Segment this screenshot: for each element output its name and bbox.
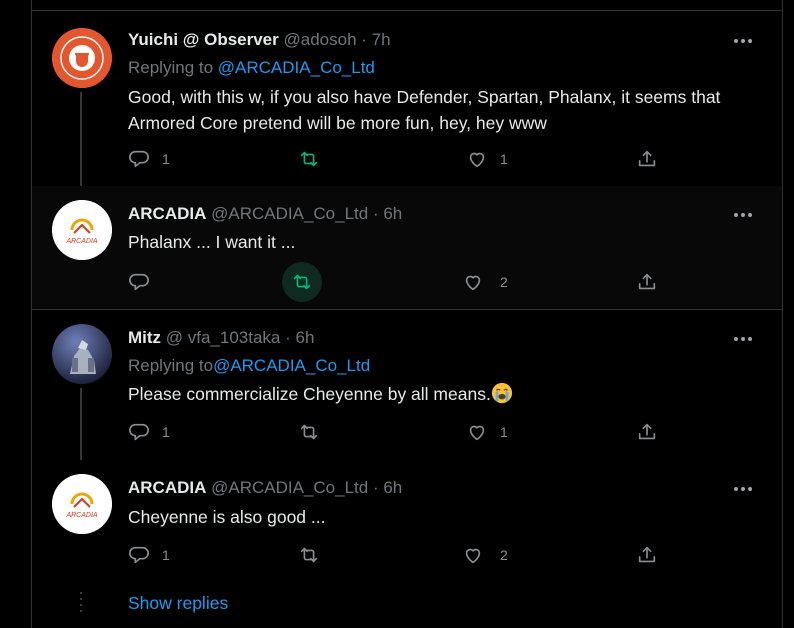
retweet-button[interactable] bbox=[298, 540, 320, 570]
retweet-icon bbox=[300, 547, 318, 563]
like-icon bbox=[469, 152, 485, 168]
more-icon[interactable] bbox=[734, 484, 758, 494]
arcadia-logo: ARCADIA bbox=[52, 200, 112, 260]
tweet-text: Cheyenne is also good ... bbox=[128, 507, 326, 527]
tweet-text: Please commercialize Cheyenne by all mea… bbox=[128, 384, 491, 404]
retweet-button[interactable] bbox=[282, 262, 322, 302]
retweet-icon bbox=[300, 151, 318, 167]
user-handle[interactable]: @ vfa_103taka bbox=[166, 328, 281, 347]
like-button[interactable]: 2 bbox=[462, 267, 508, 297]
retweet-button[interactable] bbox=[298, 417, 320, 447]
arcadia-logo: ARCADIA bbox=[52, 474, 112, 534]
display-name[interactable]: Mitz bbox=[128, 328, 161, 347]
share-icon bbox=[638, 150, 656, 167]
arcadia-logo-text: ARCADIA bbox=[65, 238, 97, 245]
avatar[interactable] bbox=[52, 324, 112, 384]
reply-count: 1 bbox=[162, 151, 170, 167]
timestamp[interactable]: · 7h bbox=[361, 30, 390, 49]
share-icon bbox=[638, 273, 656, 290]
share-icon bbox=[638, 423, 656, 440]
reply-button[interactable]: 1 bbox=[128, 144, 170, 174]
like-count: 2 bbox=[500, 547, 508, 563]
replying-to: Replying to @ARCADIA_Co_Ltd bbox=[128, 58, 375, 78]
like-button[interactable]: 2 bbox=[462, 540, 508, 570]
retweet-icon bbox=[293, 274, 311, 290]
avatar[interactable]: ARCADIA bbox=[52, 474, 112, 534]
share-button[interactable] bbox=[636, 417, 658, 447]
tweet-mitz[interactable]: Mitz @ vfa_103taka · 6h Replying to@ARCA… bbox=[32, 310, 782, 460]
tweet-body: Please commercialize Cheyenne by all mea… bbox=[128, 381, 758, 407]
retweet-button[interactable] bbox=[298, 144, 320, 174]
share-button[interactable] bbox=[636, 540, 658, 570]
timestamp[interactable]: · 6h bbox=[373, 204, 402, 223]
action-bar: 1 1 bbox=[128, 144, 768, 174]
replying-to: Replying to@ARCADIA_Co_Ltd bbox=[128, 356, 370, 376]
like-icon bbox=[469, 425, 485, 441]
mention-link[interactable]: @ARCADIA_Co_Ltd bbox=[213, 356, 370, 375]
timestamp[interactable]: · 6h bbox=[373, 478, 402, 497]
more-icon[interactable] bbox=[734, 210, 758, 220]
reply-icon bbox=[129, 150, 149, 168]
display-name[interactable]: ARCADIA bbox=[128, 478, 206, 497]
display-name[interactable]: Yuichi @ Observer bbox=[128, 30, 279, 49]
show-replies-link[interactable]: Show replies bbox=[128, 593, 228, 614]
like-icon bbox=[465, 275, 481, 291]
reply-count: 1 bbox=[162, 424, 170, 440]
user-handle[interactable]: @adosoh bbox=[284, 30, 357, 49]
avatar[interactable]: ARCADIA bbox=[52, 200, 112, 260]
thread-line bbox=[80, 92, 82, 186]
like-count: 2 bbox=[500, 274, 508, 290]
display-name[interactable]: ARCADIA bbox=[128, 204, 206, 223]
tweet-yuichi[interactable]: Yuichi @ Observer @adosoh · 7h Replying … bbox=[32, 11, 782, 186]
reply-count: 1 bbox=[162, 547, 170, 563]
tweet-text: Phalanx ... I want it ... bbox=[128, 232, 296, 252]
replying-prefix: Replying to bbox=[128, 58, 218, 77]
mention-link[interactable]: @ARCADIA_Co_Ltd bbox=[218, 58, 375, 77]
action-bar: 2 bbox=[128, 262, 768, 302]
avatar-logo bbox=[52, 28, 112, 88]
like-count: 1 bbox=[500, 424, 508, 440]
replying-prefix: Replying to bbox=[128, 356, 214, 375]
action-bar: 1 1 bbox=[128, 417, 768, 447]
user-handle[interactable]: @ARCADIA_Co_Ltd bbox=[211, 478, 368, 497]
loudly-crying-face-icon bbox=[491, 382, 512, 404]
conversation-column: Yuichi @ Observer @adosoh · 7h Replying … bbox=[31, 0, 783, 628]
like-button[interactable]: 1 bbox=[466, 417, 508, 447]
reply-button[interactable]: 1 bbox=[128, 417, 170, 447]
arcadia-logo-text: ARCADIA bbox=[65, 512, 97, 519]
share-icon bbox=[638, 546, 656, 563]
like-count: 1 bbox=[500, 151, 508, 167]
retweet-icon bbox=[300, 424, 318, 440]
mitz-avatar-image bbox=[52, 324, 112, 384]
tweet-arcadia-1[interactable]: ARCADIA ARCADIA @ARCADIA_Co_Ltd · 6h Pha… bbox=[32, 186, 782, 308]
action-bar: 1 2 bbox=[128, 540, 768, 570]
thread-line bbox=[80, 388, 82, 460]
timestamp[interactable]: · 6h bbox=[285, 328, 314, 347]
tweet-arcadia-2[interactable]: ARCADIA ARCADIA @ARCADIA_Co_Ltd · 6h Che… bbox=[32, 460, 782, 575]
user-handle[interactable]: @ARCADIA_Co_Ltd bbox=[211, 204, 368, 223]
more-icon[interactable] bbox=[734, 36, 758, 46]
like-icon bbox=[465, 548, 481, 564]
share-button[interactable] bbox=[636, 144, 658, 174]
reply-icon bbox=[129, 423, 149, 441]
share-button[interactable] bbox=[636, 267, 658, 297]
reply-button[interactable]: 1 bbox=[128, 540, 170, 570]
tweet-text: Good, with this w, if you also have Defe… bbox=[128, 87, 721, 133]
avatar[interactable] bbox=[52, 28, 112, 88]
reply-icon bbox=[129, 546, 149, 564]
reply-icon bbox=[129, 273, 149, 291]
reply-button[interactable] bbox=[128, 267, 150, 297]
more-icon[interactable] bbox=[734, 334, 758, 344]
like-button[interactable]: 1 bbox=[466, 144, 508, 174]
thread-dots bbox=[80, 592, 82, 616]
